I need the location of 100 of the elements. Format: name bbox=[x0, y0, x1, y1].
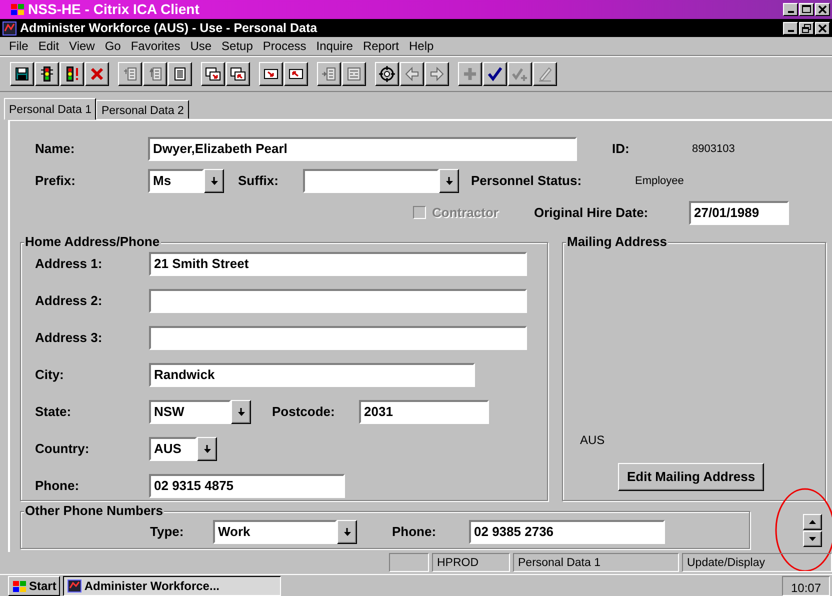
hire-date-field[interactable]: 27/01/1989 bbox=[689, 200, 789, 224]
toolbar-button[interactable] bbox=[375, 62, 399, 86]
app-logo-icon bbox=[10, 2, 25, 17]
tab[interactable]: Personal Data 1 bbox=[4, 98, 96, 120]
restore-button[interactable] bbox=[799, 22, 814, 34]
city-field[interactable]: Randwick bbox=[149, 363, 475, 387]
close-button[interactable] bbox=[815, 3, 830, 16]
address-3-field[interactable] bbox=[149, 326, 527, 350]
phone-field[interactable]: 02 9315 4875 bbox=[149, 474, 345, 498]
menu-item[interactable]: Help bbox=[404, 37, 439, 55]
list-arrow-icon bbox=[321, 66, 337, 82]
type-label: Type: bbox=[150, 523, 185, 542]
name-field[interactable]: Dwyer,Elizabeth Pearl bbox=[148, 137, 577, 161]
dropdown-arrow-button[interactable] bbox=[204, 169, 224, 193]
window-title: Administer Workforce (AUS) - Use - Personal Data bbox=[20, 20, 318, 37]
menu-item[interactable]: Report bbox=[358, 37, 404, 55]
list-compare-icon bbox=[346, 66, 362, 82]
state-label: State: bbox=[35, 403, 72, 422]
scroll-up-button[interactable] bbox=[803, 514, 822, 530]
toolbar-button[interactable] bbox=[168, 62, 192, 86]
target-icon bbox=[379, 66, 395, 82]
minimize-button[interactable] bbox=[783, 3, 798, 16]
down-arrow-icon bbox=[809, 536, 816, 540]
dropdown-arrow-button[interactable] bbox=[231, 400, 251, 424]
contractor-label: Contractor bbox=[432, 204, 500, 222]
dropdown-arrow-button[interactable] bbox=[337, 520, 357, 544]
start-button[interactable]: Start bbox=[8, 576, 60, 596]
traffic-light-icon bbox=[39, 66, 55, 82]
toolbar-button[interactable] bbox=[226, 62, 250, 86]
dropdown-arrow-button[interactable] bbox=[439, 169, 459, 193]
id-value: 8903103 bbox=[692, 142, 735, 157]
other-phone-field[interactable]: 02 9385 2736 bbox=[469, 520, 665, 544]
address-1-field[interactable]: 21 Smith Street bbox=[149, 252, 527, 276]
status-bar-panel: HPROD bbox=[432, 553, 510, 572]
toolbar-button[interactable] bbox=[259, 62, 283, 86]
menu-item[interactable]: Edit bbox=[33, 37, 64, 55]
tab[interactable]: Personal Data 2 bbox=[96, 100, 189, 119]
status-bar-panel: Personal Data 1 bbox=[513, 553, 679, 572]
edit-mailing-address-button[interactable]: Edit Mailing Address bbox=[618, 463, 764, 491]
back-arrow-icon bbox=[404, 66, 420, 82]
arrow-box-icon bbox=[288, 66, 304, 82]
up-arrow-icon bbox=[809, 520, 816, 524]
address-2-field[interactable] bbox=[149, 289, 527, 313]
dropdown-arrow-button[interactable] bbox=[197, 437, 217, 461]
menu-item[interactable]: Setup bbox=[216, 37, 258, 55]
window-icon bbox=[2, 20, 17, 36]
menu-item[interactable]: View bbox=[64, 37, 100, 55]
down-arrow-icon bbox=[446, 177, 452, 185]
down-arrow-icon bbox=[344, 528, 350, 536]
original-hire-date-label: Original Hire Date: bbox=[534, 204, 650, 222]
maximize-button[interactable] bbox=[799, 3, 814, 16]
taskbar-button[interactable]: Administer Workforce... bbox=[63, 576, 282, 596]
windows-icon bbox=[205, 66, 221, 82]
close-button[interactable] bbox=[815, 22, 830, 34]
menu-item[interactable]: Inquire bbox=[311, 37, 358, 55]
group-title: Mailing Address bbox=[566, 234, 668, 250]
toolbar-button[interactable] bbox=[483, 62, 507, 86]
down-arrow-icon bbox=[210, 177, 218, 185]
forward-arrow-icon bbox=[429, 66, 445, 82]
menu-item[interactable]: Go bbox=[100, 37, 126, 55]
minimize-icon bbox=[788, 11, 794, 13]
delete-icon bbox=[89, 66, 105, 82]
status-bar-panel bbox=[389, 553, 429, 572]
app-window-title: NSS-HE - Citrix ICA Client bbox=[28, 0, 200, 19]
toolbar-button[interactable] bbox=[85, 62, 109, 86]
maximize-icon bbox=[802, 5, 811, 14]
toolbar-button[interactable] bbox=[201, 62, 225, 86]
plus-icon bbox=[462, 66, 478, 82]
menu-item[interactable]: Use bbox=[185, 37, 217, 55]
other-phone-label: Phone: bbox=[392, 523, 438, 542]
restore-icon bbox=[802, 24, 811, 32]
list-import-icon bbox=[122, 66, 138, 82]
address-2-label: Address 2: bbox=[35, 292, 104, 310]
minimize-icon bbox=[788, 30, 794, 32]
country-label: Country: bbox=[35, 440, 90, 458]
close-icon bbox=[818, 24, 827, 32]
address-1-label: Address 1: bbox=[35, 255, 104, 274]
menu-item[interactable]: Favorites bbox=[126, 37, 186, 55]
menu-item[interactable]: File bbox=[4, 37, 34, 55]
prefix-label: Prefix: bbox=[35, 172, 76, 190]
personnel-status-label: Personnel Status: bbox=[471, 172, 583, 190]
arrow-box-icon bbox=[263, 66, 279, 82]
down-arrow-icon bbox=[238, 408, 244, 416]
scroll-down-button[interactable] bbox=[803, 530, 822, 546]
toolbar-button[interactable] bbox=[10, 62, 34, 86]
windows-icon bbox=[230, 66, 246, 82]
postcode-label: Postcode: bbox=[272, 403, 336, 422]
windows-logo-icon bbox=[12, 578, 27, 592]
minimize-button[interactable] bbox=[783, 22, 798, 34]
suffix-dropdown[interactable] bbox=[303, 169, 459, 193]
toolbar-button[interactable] bbox=[60, 62, 84, 86]
window-icon bbox=[67, 578, 82, 592]
toolbar-button[interactable] bbox=[284, 62, 308, 86]
city-label: City: bbox=[35, 366, 65, 384]
id-label: ID: bbox=[612, 140, 630, 158]
checkmark-plus-icon bbox=[512, 66, 528, 82]
toolbar-button[interactable] bbox=[35, 62, 59, 86]
phone-label: Phone: bbox=[35, 477, 80, 496]
postcode-field[interactable]: 2031 bbox=[359, 400, 489, 424]
menu-item[interactable]: Process bbox=[258, 37, 312, 55]
